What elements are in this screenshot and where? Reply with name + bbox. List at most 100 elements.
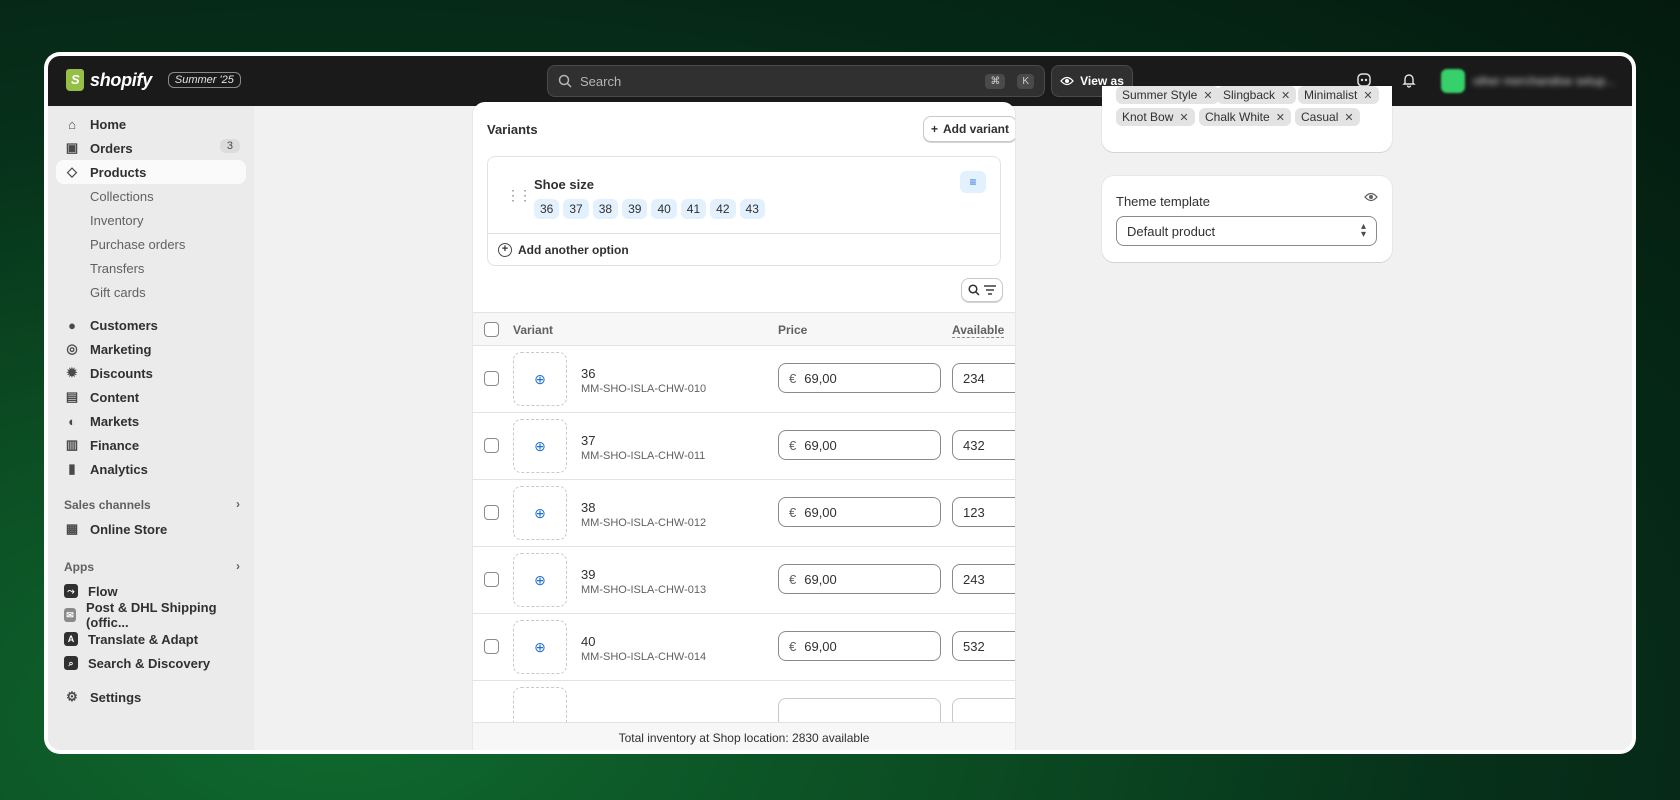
tag-chip[interactable]: Chalk White ✕ <box>1199 108 1291 126</box>
sidebar-item-discounts[interactable]: ✹ Discounts <box>56 361 246 385</box>
edition-badge[interactable]: Summer '25 <box>167 72 241 88</box>
available-input[interactable]: 532 <box>952 631 1015 661</box>
option-value-chip: 39 <box>622 199 648 219</box>
close-icon[interactable]: ✕ <box>1276 111 1285 124</box>
close-icon[interactable]: ✕ <box>1344 111 1353 124</box>
sidebar: ⌂ Home ▣ Orders 3 ◇ Products Collections Inv… <box>48 106 254 750</box>
tag-chip[interactable]: Knot Bow ✕ <box>1116 108 1195 126</box>
variant-name[interactable]: 39 <box>581 567 595 582</box>
variant-name[interactable]: 37 <box>581 433 595 448</box>
select-all-checkbox[interactable] <box>484 322 499 337</box>
sidebar-item-label: Translate & Adapt <box>88 631 199 647</box>
sidebar-item-translate[interactable]: A Translate & Adapt <box>56 627 246 651</box>
person-icon: ● <box>68 317 76 333</box>
sidebar-item-label: Customers <box>90 317 158 333</box>
col-available[interactable]: Available <box>952 323 1005 338</box>
theme-template-select[interactable]: Default product ▴ ▾ <box>1116 216 1377 246</box>
sidebar-subitem-gift-cards[interactable]: Gift cards <box>56 280 246 304</box>
drag-handle-icon[interactable]: ⋮⋮ <box>506 187 532 204</box>
sidebar-item-orders[interactable]: ▣ Orders 3 <box>56 136 246 160</box>
price-input[interactable]: €69,00 <box>778 363 941 393</box>
add-variant-button[interactable]: + Add variant <box>923 116 1015 142</box>
close-icon[interactable]: ✕ <box>1203 89 1212 102</box>
sidebar-item-home[interactable]: ⌂ Home <box>56 112 246 136</box>
add-image-icon[interactable]: ⊕ <box>513 553 567 607</box>
sidebar-item-markets[interactable]: ◐ Markets <box>56 409 246 433</box>
available-input[interactable]: 123 <box>952 497 1015 527</box>
tag-chip[interactable]: Casual ✕ <box>1295 108 1360 126</box>
table-row[interactable]: ⊕ 37 MM-SHO-ISLA-CHW-011 €69,00 432 <box>473 413 1015 480</box>
row-checkbox[interactable] <box>484 505 499 520</box>
tag-chip[interactable]: Summer Style ✕ <box>1116 86 1219 104</box>
account-menu[interactable]: other merchandise setup... <box>1441 69 1615 93</box>
sidebar-item-analytics[interactable]: ▮ Analytics <box>56 457 246 481</box>
sidebar-item-label: Discounts <box>90 365 153 381</box>
variant-sku: MM-SHO-ISLA-CHW-011 <box>581 450 706 462</box>
sidebar-item-products[interactable]: ◇ Products <box>56 160 246 184</box>
sidebar-section-apps[interactable]: Apps › <box>56 555 246 579</box>
shopify-logo[interactable]: shopify Summer '25 <box>66 69 241 91</box>
row-checkbox[interactable] <box>484 371 499 386</box>
sidebar-subitem-collections[interactable]: Collections <box>56 184 246 208</box>
row-checkbox[interactable] <box>484 438 499 453</box>
available-input[interactable]: 243 <box>952 564 1015 594</box>
variant-sku: MM-SHO-ISLA-CHW-012 <box>581 517 707 529</box>
row-checkbox[interactable] <box>484 572 499 587</box>
sidebar-subitem-inventory[interactable]: Inventory <box>56 208 246 232</box>
sidebar-item-finance[interactable]: ▥ Finance <box>56 433 246 457</box>
col-price[interactable]: Price <box>778 323 807 337</box>
theme-template-card: Theme template Default product ▴ ▾ <box>1102 176 1392 262</box>
sidebar-item-content[interactable]: ▤ Content <box>56 385 246 409</box>
admin-window: shopify Summer '25 Search ⌘ K View as ot… <box>48 56 1632 750</box>
sidebar-subitem-transfers[interactable]: Transfers <box>56 256 246 280</box>
available-input[interactable]: 432 <box>952 430 1015 460</box>
table-row[interactable]: ⊕ 39 MM-SHO-ISLA-CHW-013 €69,00 243 <box>473 547 1015 614</box>
row-checkbox[interactable] <box>484 639 499 654</box>
close-icon[interactable]: ✕ <box>1281 89 1290 102</box>
notification-bell-icon[interactable] <box>1400 72 1418 90</box>
add-image-icon[interactable]: ⊕ <box>513 419 567 473</box>
select-value: Default product <box>1127 223 1216 239</box>
add-another-option-button[interactable]: + Add another option <box>498 243 629 257</box>
sidebar-item-settings[interactable]: ⚙ Settings <box>56 685 246 709</box>
database-icon[interactable]: ≡ <box>960 171 986 193</box>
table-row[interactable]: ⊕ 36 MM-SHO-ISLA-CHW-010 €69,00 234 <box>473 346 1015 413</box>
variant-name[interactable]: 36 <box>581 366 595 381</box>
eye-icon[interactable] <box>1364 192 1378 202</box>
add-image-icon[interactable]: ⊕ <box>513 486 567 540</box>
search-bar[interactable]: Search ⌘ K <box>547 65 1045 97</box>
globe-icon: ◐ <box>68 413 76 429</box>
table-row[interactable]: ⊕ 38 MM-SHO-ISLA-CHW-012 €69,00 123 <box>473 480 1015 547</box>
table-row[interactable]: ⊕ 40 MM-SHO-ISLA-CHW-014 €69,00 532 <box>473 614 1015 681</box>
variant-name[interactable]: 38 <box>581 500 595 515</box>
tag-label: Minimalist <box>1304 88 1358 102</box>
close-icon[interactable]: ✕ <box>1363 89 1372 102</box>
sidebar-item-marketing[interactable]: ◎ Marketing <box>56 337 246 361</box>
option-shoe-size[interactable]: ⋮⋮ Shoe size 36 37 38 39 40 41 42 43 ≡ +… <box>487 156 1001 266</box>
add-image-icon[interactable]: ⊕ <box>513 352 567 406</box>
tag-chip[interactable]: Slingback ✕ <box>1217 86 1297 104</box>
price-input[interactable]: €69,00 <box>778 497 941 527</box>
sidebar-item-label: Flow <box>88 583 118 599</box>
sidebar-item-online-store[interactable]: ▦ Online Store <box>56 517 246 541</box>
sidebar-item-post-dhl[interactable]: ✉ Post & DHL Shipping (offic... <box>56 600 246 630</box>
add-image-icon[interactable]: ⊕ <box>513 620 567 674</box>
tag-label: Slingback <box>1223 88 1276 102</box>
currency-symbol: € <box>789 571 797 587</box>
price-input[interactable]: €69,00 <box>778 631 941 661</box>
discount-icon: ✹ <box>66 365 78 380</box>
variant-name[interactable]: 40 <box>581 634 595 649</box>
sidebar-item-customers[interactable]: ● Customers <box>56 313 246 337</box>
price-input[interactable]: €69,00 <box>778 564 941 594</box>
divider <box>488 233 1000 234</box>
sidebar-subitem-purchase-orders[interactable]: Purchase orders <box>56 232 246 256</box>
price-input[interactable]: €69,00 <box>778 430 941 460</box>
available-input[interactable]: 234 <box>952 363 1015 393</box>
tag-chip[interactable]: Minimalist ✕ <box>1298 86 1379 104</box>
sidebar-section-sales-channels[interactable]: Sales channels › <box>56 493 246 517</box>
close-icon[interactable]: ✕ <box>1179 111 1188 124</box>
sidebar-item-search-discovery[interactable]: ⌕ Search & Discovery <box>56 651 246 675</box>
tag-label: Chalk White <box>1205 110 1270 124</box>
col-variant[interactable]: Variant <box>513 323 553 337</box>
search-filter-button[interactable] <box>961 278 1003 302</box>
